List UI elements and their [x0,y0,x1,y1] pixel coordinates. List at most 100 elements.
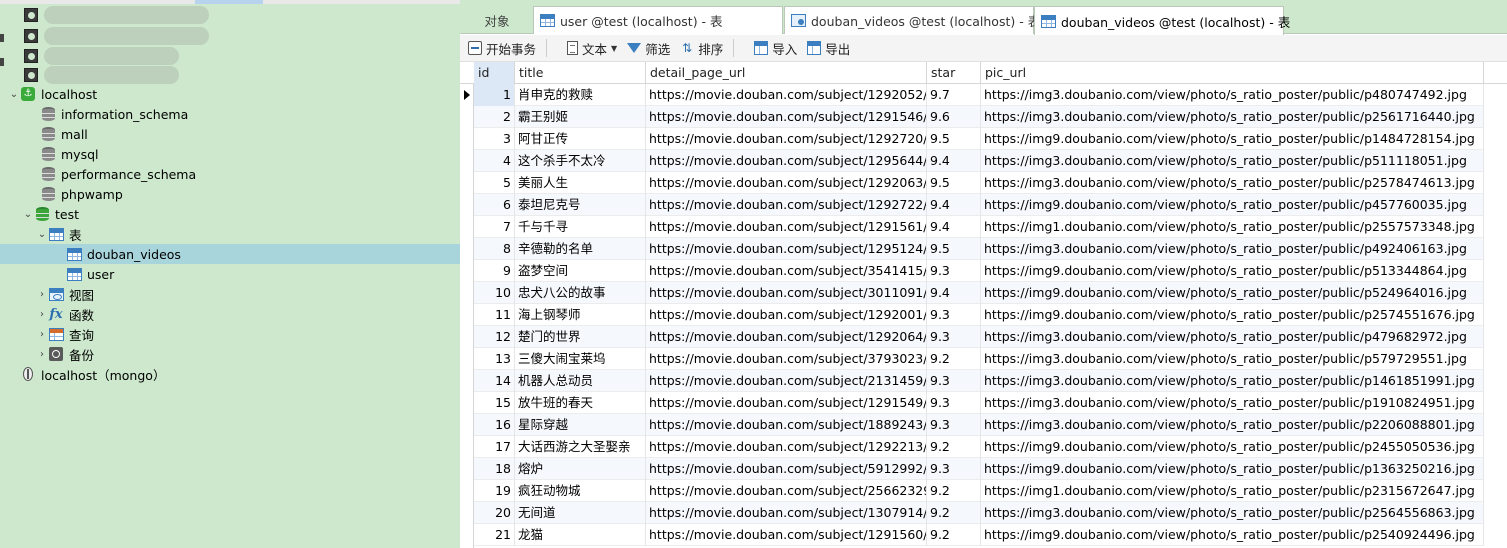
cell-title[interactable]: 无间道 [515,502,646,524]
cell-pic-url[interactable]: https://img9.doubanio.com/view/photo/s_r… [981,260,1484,282]
table-row[interactable]: 6 泰坦尼克号 https://movie.douban.com/subject/1… [474,194,1484,216]
filter-button[interactable]: 筛选 [627,39,670,58]
cell-star[interactable]: 9.5 [927,172,981,194]
cell-star[interactable]: 9.3 [927,260,981,282]
cell-title[interactable]: 辛德勒的名单 [515,238,646,260]
chevron-down-icon[interactable]: ⌄ [36,229,48,240]
cell-pic-url[interactable]: https://img1.doubanio.com/view/photo/s_r… [981,216,1484,238]
cell-title[interactable]: 泰坦尼克号 [515,194,646,216]
cell-pic-url[interactable]: https://img3.doubanio.com/view/photo/s_r… [981,106,1484,128]
table-row[interactable]: 3 阿甘正传 https://movie.douban.com/subject/12… [474,128,1484,150]
table-row[interactable]: 7 千与千寻 https://movie.douban.com/subject/12… [474,216,1484,238]
cell-id[interactable]: 2 [474,106,515,128]
tree-item-performance-schema[interactable]: performance_schema [0,164,460,184]
cell-star[interactable]: 9.4 [927,282,981,304]
cell-star[interactable]: 9.3 [927,458,981,480]
table-row[interactable]: 20 无间道 https://movie.douban.com/subject/13… [474,502,1484,524]
tree-item-views[interactable]: › 视图 [0,284,460,304]
cell-id[interactable]: 11 [474,304,515,326]
cell-title[interactable]: 海上钢琴师 [515,304,646,326]
table-row[interactable]: 5 美丽人生 https://movie.douban.com/subject/12… [474,172,1484,194]
chevron-right-icon[interactable]: › [36,289,48,300]
cell-pic-url[interactable]: https://img3.doubanio.com/view/photo/s_r… [981,392,1484,414]
column-header-detail-page-url[interactable]: detail_page_url [646,62,927,84]
table-row[interactable]: 14 机器人总动员 https://movie.douban.com/subject… [474,370,1484,392]
cell-pic-url[interactable]: https://img3.doubanio.com/view/photo/s_r… [981,238,1484,260]
tree-item-localhost-mongo[interactable]: localhost（mongo） [0,364,460,384]
cell-star[interactable]: 9.2 [927,436,981,458]
tree-item-functions[interactable]: › fx 函数 [0,304,460,324]
tab-douban-videos-design[interactable]: douban_videos @test (localhost) - 表 [784,6,1040,34]
cell-title[interactable]: 忠犬八公的故事 [515,282,646,304]
cell-id[interactable]: 10 [474,282,515,304]
cell-pic-url[interactable]: https://img9.doubanio.com/view/photo/s_r… [981,436,1484,458]
cell-detail-page-url[interactable]: https://movie.douban.com/subject/1295644… [646,150,927,172]
cell-id[interactable]: 12 [474,326,515,348]
cell-id[interactable]: 3 [474,128,515,150]
cell-star[interactable]: 9.5 [927,238,981,260]
tree-item-tables[interactable]: ⌄ 表 [0,224,460,244]
cell-detail-page-url[interactable]: https://movie.douban.com/subject/3541415… [646,260,927,282]
cell-detail-page-url[interactable]: https://movie.douban.com/subject/1291561… [646,216,927,238]
cell-id[interactable]: 5 [474,172,515,194]
table-row[interactable]: 15 放牛班的春天 https://movie.douban.com/subject… [474,392,1484,414]
tab-user-table[interactable]: user @test (localhost) - 表 [533,6,783,34]
cell-id[interactable]: 7 [474,216,515,238]
cell-detail-page-url[interactable]: https://movie.douban.com/subject/2566232… [646,480,927,502]
cell-detail-page-url[interactable]: https://movie.douban.com/subject/1292001… [646,304,927,326]
cell-pic-url[interactable]: https://img9.doubanio.com/view/photo/s_r… [981,282,1484,304]
cell-id[interactable]: 18 [474,458,515,480]
cell-star[interactable]: 9.4 [927,194,981,216]
cell-detail-page-url[interactable]: https://movie.douban.com/subject/1292722… [646,194,927,216]
redacted-connection[interactable] [24,6,209,24]
cell-title[interactable]: 肖申克的救赎 [515,84,646,106]
table-row[interactable]: 10 忠犬八公的故事 https://movie.douban.com/subjec… [474,282,1484,304]
sidebar-scroll-thumb[interactable] [195,0,263,4]
cell-pic-url[interactable]: https://img3.doubanio.com/view/photo/s_r… [981,348,1484,370]
cell-pic-url[interactable]: https://img3.doubanio.com/view/photo/s_r… [981,172,1484,194]
export-button[interactable]: 导出 [807,39,850,58]
table-row[interactable]: 13 三傻大闹宝莱坞 https://movie.douban.com/subjec… [474,348,1484,370]
cell-id[interactable]: 21 [474,524,515,546]
cell-pic-url[interactable]: https://img1.doubanio.com/view/photo/s_r… [981,480,1484,502]
cell-detail-page-url[interactable]: https://movie.douban.com/subject/1292064… [646,326,927,348]
chevron-down-icon[interactable]: ⌄ [22,209,34,220]
cell-title[interactable]: 千与千寻 [515,216,646,238]
tree-item-mall[interactable]: mall [0,124,460,144]
cell-pic-url[interactable]: https://img9.doubanio.com/view/photo/s_r… [981,524,1484,546]
table-row[interactable]: 17 大话西游之大圣娶亲 https://movie.douban.com/subj… [474,436,1484,458]
cell-id[interactable]: 14 [474,370,515,392]
cell-detail-page-url[interactable]: https://movie.douban.com/subject/1292720… [646,128,927,150]
column-header-star[interactable]: star [927,62,981,84]
chevron-right-icon[interactable]: › [36,309,48,320]
cell-title[interactable]: 阿甘正传 [515,128,646,150]
cell-title[interactable]: 三傻大闹宝莱坞 [515,348,646,370]
cell-id[interactable]: 15 [474,392,515,414]
table-row[interactable]: 9 盗梦空间 https://movie.douban.com/subject/35… [474,260,1484,282]
table-row[interactable]: 12 楚门的世界 https://movie.douban.com/subject/… [474,326,1484,348]
cell-star[interactable]: 9.3 [927,392,981,414]
cell-detail-page-url[interactable]: https://movie.douban.com/subject/1292063… [646,172,927,194]
cell-star[interactable]: 9.5 [927,128,981,150]
cell-pic-url[interactable]: https://img3.doubanio.com/view/photo/s_r… [981,150,1484,172]
table-row[interactable]: 4 这个杀手不太冷 https://movie.douban.com/subject… [474,150,1484,172]
column-header-title[interactable]: title [515,62,646,84]
redacted-connection[interactable] [24,47,179,65]
cell-pic-url[interactable]: https://img9.doubanio.com/view/photo/s_r… [981,304,1484,326]
column-header-pic-url[interactable]: pic_url [981,62,1484,84]
cell-pic-url[interactable]: https://img3.doubanio.com/view/photo/s_r… [981,414,1484,436]
tree-item-test[interactable]: ⌄ test [0,204,460,224]
import-button[interactable]: 导入 [754,39,797,58]
table-row[interactable]: 19 疯狂动物城 https://movie.douban.com/subject/… [474,480,1484,502]
cell-title[interactable]: 机器人总动员 [515,370,646,392]
cell-title[interactable]: 疯狂动物城 [515,480,646,502]
cell-title[interactable]: 霸王别姬 [515,106,646,128]
cell-star[interactable]: 9.3 [927,370,981,392]
cell-title[interactable]: 盗梦空间 [515,260,646,282]
text-button[interactable]: 文本 ▼ [567,39,617,58]
cell-pic-url[interactable]: https://img3.doubanio.com/view/photo/s_r… [981,502,1484,524]
cell-id[interactable]: 1 [474,84,515,106]
cell-title[interactable]: 放牛班的春天 [515,392,646,414]
tree-item-localhost[interactable]: ⌄ ⚓ localhost [0,84,460,104]
cell-pic-url[interactable]: https://img3.doubanio.com/view/photo/s_r… [981,326,1484,348]
